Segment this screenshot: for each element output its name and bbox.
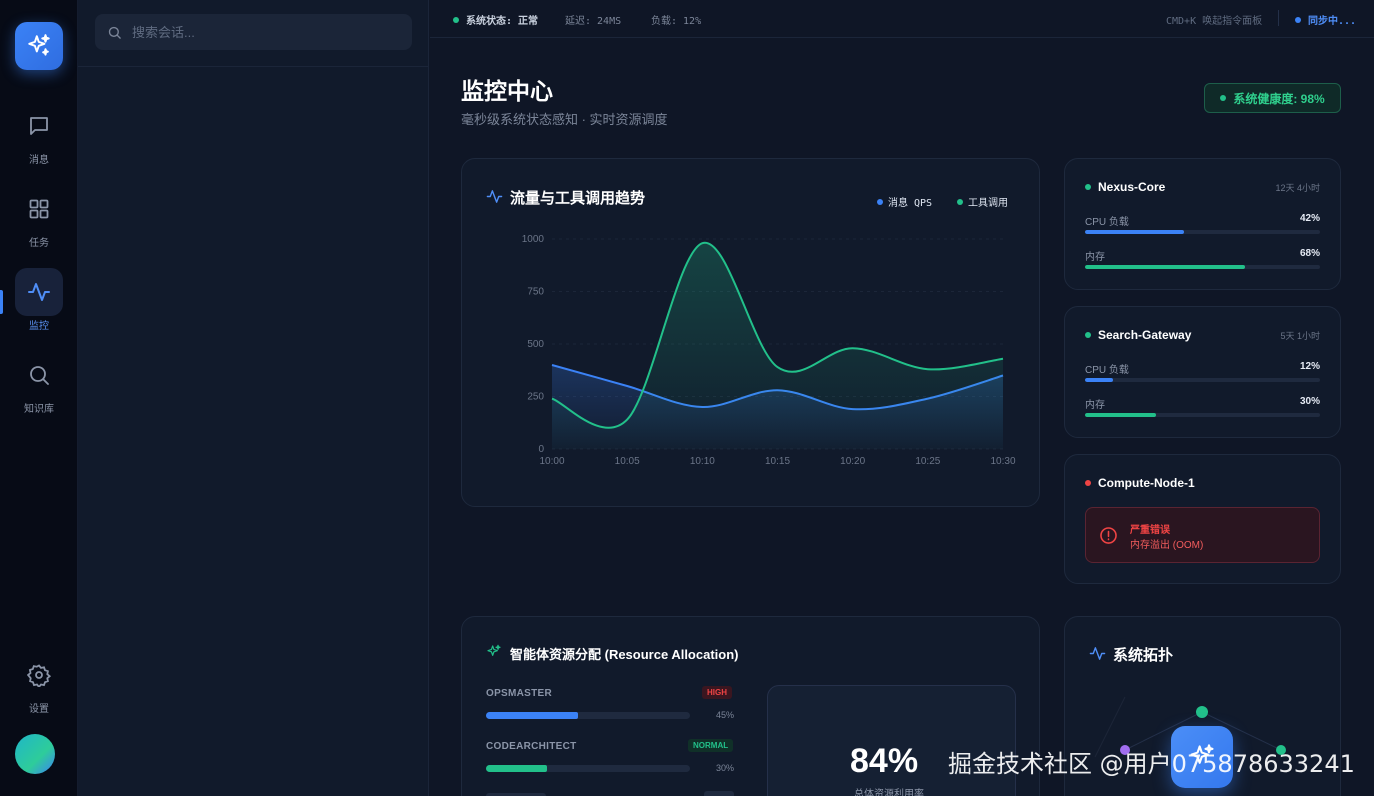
error-alert: 严重错误 内存溢出 (OOM) (1085, 507, 1320, 563)
x-tick-label: 10:00 (539, 456, 564, 467)
watermark: 掘金技术社区 @用户0758786332​41 (948, 750, 1355, 778)
nav-item-messages[interactable]: 消息 (0, 102, 78, 172)
node-card-search-gateway[interactable]: Search-Gateway 5天 1小时 CPU 负载 12% 内存 30% (1064, 306, 1341, 438)
search-box (95, 14, 412, 50)
nav-label: 消息 (29, 155, 49, 166)
x-tick-label: 10:15 (765, 456, 790, 467)
gear-icon (27, 664, 51, 687)
status-bar: 系统状态: 正常 延迟: 24MS 负载: 12% CMD+K 唤起指令面板 同… (430, 0, 1374, 38)
cpu-bar (1085, 230, 1320, 234)
metric-label: 内存 (1085, 400, 1105, 411)
x-tick-label: 10:30 (990, 456, 1015, 467)
page-subtitle: 毫秒级系统状态感知 · 实时资源调度 (461, 112, 668, 127)
metric-value: 68% (1299, 248, 1320, 259)
topology-node[interactable] (1196, 706, 1208, 718)
y-tick-label: 750 (527, 287, 544, 298)
divider (78, 66, 429, 67)
y-tick-label: 250 (527, 392, 544, 403)
nav-label: 监控 (29, 321, 49, 332)
priority-badge (704, 791, 734, 796)
command-palette-hint[interactable]: CMD+K 唤起指令面板 (1166, 12, 1262, 27)
resource-bar (486, 712, 690, 719)
error-title: 严重错误 (1130, 525, 1170, 536)
agent-name: CODEARCHITECT (486, 741, 577, 752)
search-icon (30, 366, 49, 385)
metric-label: 内存 (1085, 252, 1105, 263)
x-tick-label: 10:10 (690, 456, 715, 467)
cpu-bar-fill (1085, 378, 1114, 382)
search-icon (108, 26, 121, 39)
resource-percent: 30% (716, 763, 735, 773)
total-utilization-label: 总体资源利用率 (854, 789, 924, 796)
nav-item-tasks[interactable]: 任务 (0, 185, 78, 255)
node-uptime: 5天 1小时 (1280, 331, 1320, 341)
resource-bar-fill (486, 765, 548, 772)
nav-item-monitor[interactable]: 监控 (0, 268, 78, 338)
latency-readout: 延迟: 24MS (565, 16, 622, 27)
priority-badge: NORMAL (688, 739, 734, 752)
resource-title: 智能体资源分配 (Resource Allocation) (510, 647, 739, 662)
conversation-panel (78, 0, 429, 796)
memory-bar (1085, 413, 1320, 417)
app-logo[interactable] (15, 22, 63, 70)
divider (1278, 10, 1279, 26)
memory-bar (1085, 265, 1320, 269)
grid-icon (29, 199, 49, 219)
resource-bar (486, 765, 690, 772)
sparkles-icon (487, 644, 501, 656)
utilization-card: 84% 总体资源利用率 (767, 685, 1016, 796)
y-tick-label: 0 (538, 444, 544, 455)
nav-label: 知识库 (24, 404, 54, 415)
agent-name: OPSMASTER (486, 688, 553, 699)
metric-value: 30% (1299, 396, 1320, 407)
resource-bar-fill (486, 712, 578, 719)
node-card-compute-node-1[interactable]: Compute-Node-1 严重错误 内存溢出 (OOM) (1064, 454, 1341, 584)
memory-bar-fill (1085, 265, 1245, 269)
priority-badge: HIGH (702, 686, 732, 699)
nav-label: 设置 (29, 704, 49, 715)
error-detail: 内存溢出 (OOM) (1130, 540, 1204, 551)
pulse-icon (28, 283, 50, 301)
total-utilization: 84% (850, 742, 919, 780)
node-name: Nexus-Core (1085, 180, 1165, 194)
x-tick-label: 10:20 (840, 456, 865, 467)
avatar[interactable] (15, 734, 55, 774)
traffic-chart: 1000 750 500 250 010:00 10:05 10:10 10:15 10:20 1… (522, 234, 1016, 467)
cpu-bar (1085, 378, 1320, 382)
nav-rail: 消息 任务 监控 知识库 设置 (0, 0, 78, 796)
resource-percent: 45% (716, 710, 735, 720)
memory-bar-fill (1085, 413, 1156, 417)
sync-status: 同步中... (1295, 12, 1356, 27)
cpu-bar-fill (1085, 230, 1184, 234)
sparkles-icon (28, 34, 50, 56)
y-tick-label: 1000 (522, 234, 545, 245)
node-name: Compute-Node-1 (1085, 476, 1195, 490)
page-title: 监控中心 (461, 78, 553, 104)
nav-item-knowledge[interactable]: 知识库 (0, 351, 78, 421)
node-card-nexus-core[interactable]: Nexus-Core 12天 4小时 CPU 负载 42% 内存 68% (1064, 158, 1341, 290)
metric-label: CPU 负载 (1085, 217, 1129, 228)
nav-item-settings[interactable]: 设置 (0, 651, 78, 721)
traffic-chart-card: 流量与工具调用趋势 消息 QPS 工具调用 1000 750 500 250 0 10:0… (461, 158, 1040, 507)
x-tick-label: 10:05 (615, 456, 640, 467)
metric-value: 42% (1299, 213, 1320, 224)
alert-circle-icon (1100, 527, 1117, 544)
system-status: 系统状态: 正常 (453, 12, 538, 27)
node-uptime: 12天 4小时 (1275, 183, 1320, 193)
node-name: Search-Gateway (1085, 328, 1191, 342)
x-tick-label: 10:25 (915, 456, 940, 467)
load-readout: 负载: 12% (651, 16, 702, 27)
message-icon (30, 117, 48, 135)
search-input[interactable] (132, 24, 382, 40)
y-tick-label: 500 (527, 339, 544, 350)
metric-label: CPU 负载 (1085, 365, 1129, 376)
nav-label: 任务 (29, 238, 49, 249)
metric-value: 12% (1299, 361, 1320, 372)
main-content: 系统状态: 正常 延迟: 24MS 负载: 12% CMD+K 唤起指令面板 同… (430, 0, 1374, 796)
health-badge: 系统健康度: 98% (1204, 83, 1341, 113)
